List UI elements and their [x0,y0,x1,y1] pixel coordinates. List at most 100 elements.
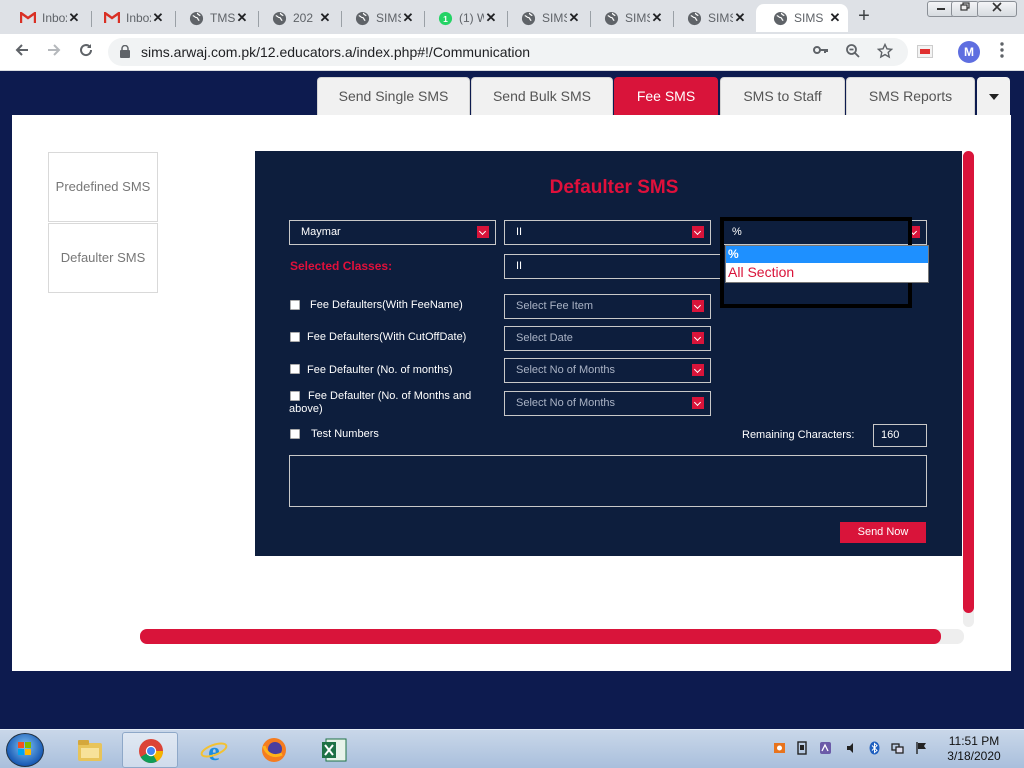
chrome-icon [139,739,163,764]
months-select-value: Select No of Months [516,364,616,376]
close-tab-icon[interactable]: ✕ [318,10,332,26]
close-tab-icon[interactable]: ✕ [235,10,249,26]
url-text[interactable]: sims.arwaj.com.pk/12.educators.a/index.p… [141,44,530,60]
tab-sms-reports[interactable]: SMS Reports [846,77,975,115]
tab-title: SIMS [625,11,650,25]
taskbar-app-excel[interactable] [306,732,362,768]
months-checkbox[interactable] [290,364,300,374]
browser-tab[interactable]: SIMS ✕ [338,4,421,32]
months-above-select[interactable]: Select No of Months [504,391,711,416]
browser-tab-active[interactable]: SIMS ✕ [756,4,848,32]
restore-button[interactable] [951,1,979,17]
taskbar-app-chrome[interactable] [122,732,178,768]
class-select-value: II [516,226,523,238]
remaining-characters-label: Remaining Characters: [742,429,855,441]
address-bar[interactable]: sims.arwaj.com.pk/12.educators.a/index.p… [108,38,908,66]
test-numbers-checkbox[interactable] [290,429,300,439]
new-tab-button[interactable]: + [853,6,875,28]
sidebar-item-defaulter-sms[interactable]: Defaulter SMS [48,223,158,293]
close-tab-icon[interactable]: ✕ [567,10,581,26]
reload-button[interactable] [74,40,98,64]
globe-icon [603,10,619,26]
tab-title: SIMS [708,11,733,25]
tray-device-icon[interactable] [796,741,809,755]
action-center-flag-icon[interactable] [915,741,928,755]
lock-icon [120,45,130,58]
browser-tab[interactable]: 1 (1) W ✕ [421,4,504,32]
key-icon[interactable] [813,43,829,61]
bluetooth-icon[interactable] [868,741,881,755]
back-button[interactable] [10,40,34,64]
chevron-down-icon [692,332,704,344]
tab-title: 202 [293,11,314,25]
taskbar-app-file-explorer[interactable] [62,732,118,768]
horizontal-scrollbar-thumb[interactable] [140,629,941,644]
back-arrow-icon [15,44,28,56]
browser-tab[interactable]: Inbox ✕ [4,4,87,32]
fee-item-select[interactable]: Select Fee Item [504,294,711,319]
browser-tab[interactable]: TMS ✕ [172,4,255,32]
panel-title: Defaulter SMS [549,177,679,198]
close-tab-icon[interactable]: ✕ [151,10,165,26]
taskbar-app-firefox[interactable] [246,732,302,768]
section-option-percent[interactable]: % [726,246,928,263]
defaulter-sms-panel: Defaulter SMS Maymar II % Selected Class… [255,151,962,556]
chevron-down-icon [692,364,704,376]
tab-send-bulk-sms[interactable]: Send Bulk SMS [471,77,613,115]
start-button[interactable] [6,733,44,767]
tab-send-single-sms[interactable]: Send Single SMS [317,77,470,115]
fee-name-label: Fee Defaulters(With FeeName) [310,299,463,311]
browser-tab[interactable]: SIMS ✕ [504,4,587,32]
browser-tab[interactable]: Inbox ✕ [88,4,171,32]
tab-sms-to-staff[interactable]: SMS to Staff [720,77,845,115]
close-tab-icon[interactable]: ✕ [484,10,498,26]
section-dropdown-list: % All Section [725,245,929,283]
browser-tab[interactable]: SIMS ✕ [587,4,670,32]
profile-avatar[interactable]: M [958,41,980,63]
months-above-label: Fee Defaulter (No. of Months and above) [289,390,472,415]
extension-icon[interactable] [917,45,933,58]
browser-menu-button[interactable] [994,40,1010,64]
globe-icon [686,10,702,26]
excel-icon [322,738,347,762]
forward-button[interactable] [42,40,66,64]
class-select[interactable]: II [504,220,711,245]
tab-fee-sms[interactable]: Fee SMS [614,77,718,115]
volume-icon[interactable] [845,741,858,755]
sidebar-item-predefined-sms[interactable]: Predefined SMS [48,152,158,222]
forward-arrow-icon [48,44,61,56]
chevron-down-icon [692,226,704,238]
close-tab-icon[interactable]: ✕ [67,10,81,26]
cutoff-date-label: Fee Defaulters(With CutOffDate) [307,331,467,343]
section-option-all-section[interactable]: All Section [726,263,928,282]
tray-app-icon[interactable] [819,741,832,755]
zoom-icon[interactable] [845,43,861,63]
tab-title: SIMS [376,11,401,25]
campus-select[interactable]: Maymar [289,220,496,245]
cutoff-date-checkbox[interactable] [290,332,300,342]
network-icon[interactable] [891,741,904,755]
close-tab-icon[interactable]: ✕ [828,10,842,26]
taskbar-app-internet-explorer[interactable]: e [186,732,242,768]
message-textarea[interactable] [289,455,927,507]
fee-name-checkbox[interactable] [290,300,300,310]
tray-orange-icon[interactable] [773,741,786,755]
close-tab-icon[interactable]: ✕ [733,10,747,26]
system-clock[interactable]: 11:51 PM 3/18/2020 [944,734,1004,764]
selected-classes-label: Selected Classes: [290,259,393,273]
months-select[interactable]: Select No of Months [504,358,711,383]
vertical-scrollbar-thumb[interactable] [963,151,974,613]
clock-time: 11:51 PM [948,734,1000,748]
more-tabs-dropdown[interactable] [977,77,1010,115]
send-now-button[interactable]: Send Now [840,522,926,543]
browser-tab[interactable]: SIMS ✕ [670,4,753,32]
globe-icon [271,10,287,26]
browser-tab[interactable]: 202 ✕ [255,4,338,32]
remaining-characters-value: 160 [873,424,927,447]
close-tab-icon[interactable]: ✕ [650,10,664,26]
close-window-button[interactable] [977,1,1017,17]
tab-title: (1) W [459,11,484,25]
date-select[interactable]: Select Date [504,326,711,351]
close-tab-icon[interactable]: ✕ [401,10,415,26]
bookmark-star-icon[interactable] [876,42,894,63]
